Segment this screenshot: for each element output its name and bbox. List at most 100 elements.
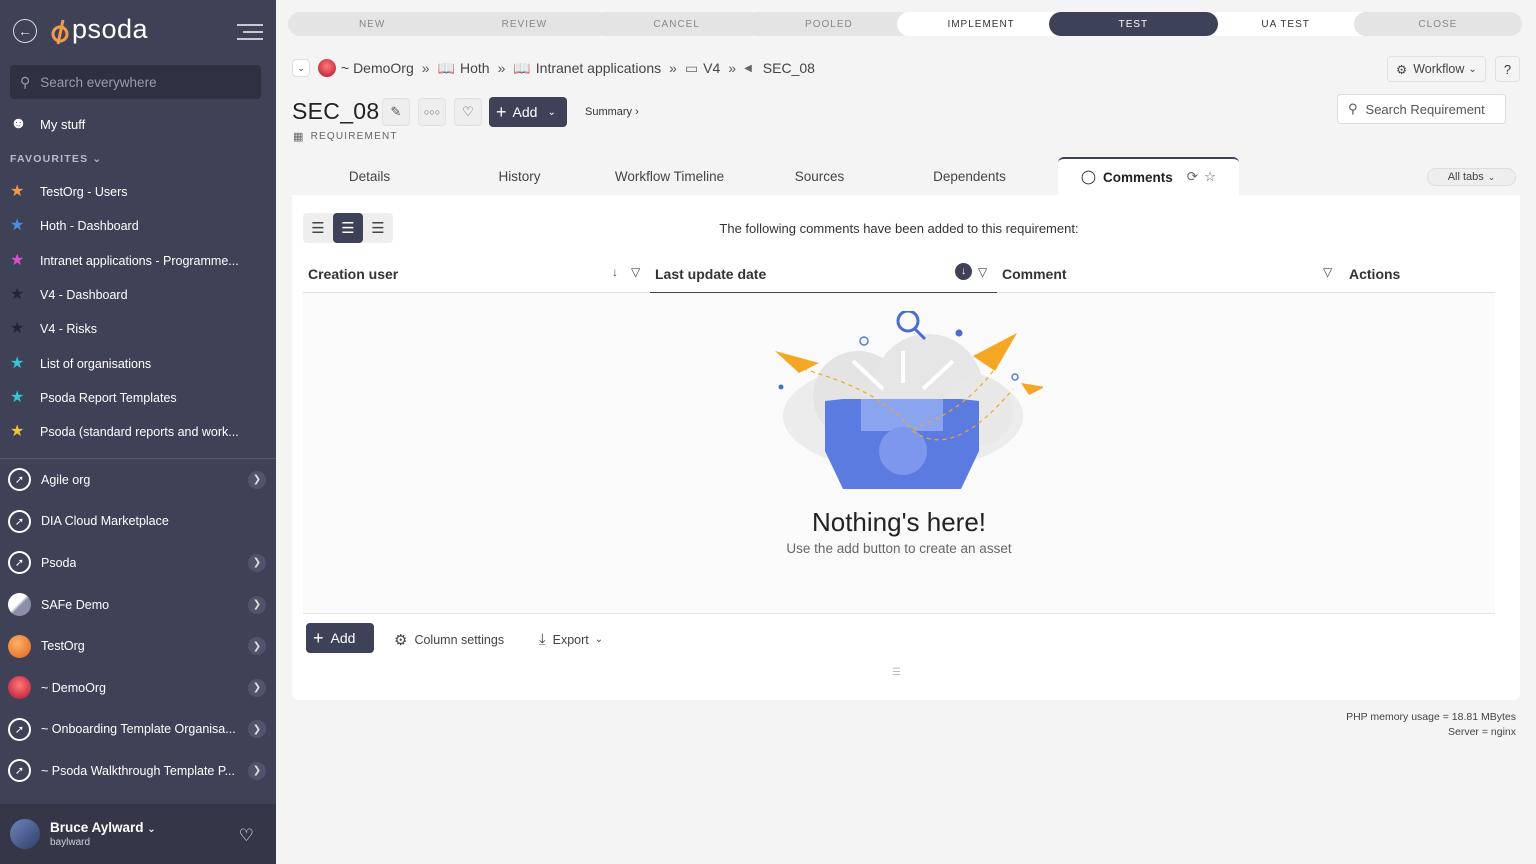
user-info[interactable]: Bruce Aylward ⌄ baylward [50,820,156,848]
col-creation-user[interactable]: Creation user [308,255,398,293]
org-logo-icon [8,676,31,700]
chevron-right-icon[interactable]: ❯ [248,553,266,572]
workflow-step[interactable]: UA TEST [1201,12,1370,36]
breadcrumb-programme[interactable]: 📖 Intranet applications [513,60,661,77]
avatar[interactable] [10,819,40,849]
favourite-label: Psoda Report Templates [40,390,177,405]
chevron-right-icon[interactable]: ❯ [248,595,266,614]
star-outline-icon[interactable]: ☆ [1204,169,1216,185]
favourite-label: TestOrg - Users [40,185,128,200]
comments-panel: ☰ ☰ ☰ The following comments have been a… [292,195,1520,700]
breadcrumb-current: ◀ SEC_08 [744,60,815,76]
favourite-item[interactable]: ★ V4 - Dashboard [10,278,266,312]
sort-active-icon[interactable]: ↓ [955,263,972,280]
favourite-item[interactable]: ★ Intranet applications - Programme... [10,244,266,278]
tab-details[interactable]: Details [292,157,447,195]
filter-icon[interactable]: ▽ [978,265,987,279]
chevron-right-icon[interactable]: ❯ [248,637,266,656]
add-button[interactable]: + Add ⌄ [489,97,567,127]
my-stuff-link[interactable]: ☻ My stuff [10,115,85,133]
favourites-header[interactable]: FAVOURITES ⌄ [10,153,102,165]
breadcrumb-hoth[interactable]: 📖 Hoth [438,60,490,77]
org-item[interactable]: ➚ ~ Psoda Walkthrough Template P... ❯ [8,750,268,792]
user-icon: ☻ [10,115,27,132]
logo[interactable]: psoda [50,14,148,45]
favourite-item[interactable]: ★ TestOrg - Users [10,175,266,209]
breadcrumb-project[interactable]: ▭ V4 [685,60,720,77]
column-settings-button[interactable]: ⚙ Column settings [394,631,504,649]
menu-toggle-icon[interactable] [237,24,263,40]
col-comment[interactable]: Comment [1002,255,1067,293]
chevron-right-icon[interactable]: ❯ [248,678,266,697]
org-item[interactable]: SAFe Demo ❯ [8,584,268,626]
help-button[interactable]: ? [1495,56,1520,82]
chevron-right-icon[interactable]: ❯ [248,761,266,780]
compass-icon: ➚ [8,759,31,783]
tab-workflow-timeline[interactable]: Workflow Timeline [592,157,747,195]
edit-icon[interactable]: ✎ [382,98,410,126]
programme-icon: 📖 [513,59,531,76]
org-item[interactable]: ➚ DIA Cloud Marketplace [8,501,268,543]
favourite-item[interactable]: ★ List of organisations [10,346,266,380]
workflow-step[interactable]: IMPLEMENT [897,12,1066,36]
org-logo-icon [8,593,31,617]
breadcrumb-org[interactable]: ~ DemoOrg [318,59,414,77]
chevron-right-icon[interactable]: ❯ [248,470,266,489]
more-icon[interactable]: ○○○ [418,98,446,126]
workflow-step[interactable]: POOLED [744,12,913,36]
workflow-step[interactable]: CANCEL [592,12,761,36]
empty-state [303,293,1495,613]
notification-icon[interactable]: ♡ [239,826,254,846]
tab-sources[interactable]: Sources [747,157,892,195]
my-stuff-label: My stuff [40,116,86,132]
global-search-input[interactable]: ⚲ Search everywhere [10,65,261,99]
workflow-button[interactable]: ⚙ Workflow ⌄ [1387,56,1486,82]
workflow-button-label: Workflow [1413,62,1465,76]
comment-icon: ◯ [1080,169,1096,184]
chevron-down-icon: ⌄ [1468,63,1477,75]
favourite-item[interactable]: ★ Psoda Report Templates [10,381,266,415]
filter-icon[interactable]: ▽ [1323,265,1332,279]
user-id: baylward [50,837,91,848]
tab-dependents[interactable]: Dependents [892,157,1047,195]
search-requirement-input[interactable]: ⚲ Search Requirement [1337,94,1506,124]
tag-icon[interactable]: ♡ [454,98,482,126]
org-item[interactable]: ➚ ~ Onboarding Template Organisa... ❯ [8,709,268,751]
favourite-item[interactable]: ★ Psoda (standard reports and work... [10,415,266,449]
chevron-down-icon[interactable]: ⌄ [292,59,310,77]
summary-link[interactable]: Summary › [585,106,639,118]
back-icon[interactable]: ← [13,19,37,43]
favourite-item[interactable]: ★ Hoth - Dashboard [10,209,266,243]
col-last-update-date[interactable]: Last update date [655,255,766,293]
org-item[interactable]: ➚ Agile org ❯ [8,459,268,501]
filter-icon[interactable]: ▽ [631,265,640,279]
chevron-right-icon[interactable]: ❯ [248,720,266,739]
export-button[interactable]: ⤓ Export ⌄ [539,631,603,648]
all-tabs-button[interactable]: All tabs ⌄ [1427,168,1516,186]
caret-left-icon[interactable]: ◀ [744,63,752,74]
tab-history[interactable]: History [447,157,592,195]
export-label: Export [552,632,589,647]
org-logo-icon [8,634,31,658]
workflow-step-current[interactable]: TEST [1049,12,1218,36]
add-comment-button[interactable]: + Add [306,623,374,653]
favourite-item[interactable]: ★ V4 - Risks [10,312,266,346]
workflow-step[interactable]: NEW [288,12,457,36]
org-label: Psoda [41,555,77,570]
sort-down-icon[interactable]: ↓ [612,265,618,279]
org-item[interactable]: TestOrg ❯ [8,625,268,667]
workflow-step[interactable]: CLOSE [1353,12,1522,36]
tab-comments[interactable]: ◯ Comments ⟳ ☆ [1058,157,1239,195]
all-tabs-label: All tabs [1447,171,1484,183]
refresh-icon[interactable]: ⟳ [1187,169,1198,185]
breadcrumb-hoth-label: Hoth [459,60,490,76]
resize-handle-icon[interactable]: ☰ [892,667,901,678]
org-item[interactable]: ~ DemoOrg ❯ [8,667,268,709]
compass-icon: ➚ [8,468,31,492]
workflow-step[interactable]: REVIEW [440,12,609,36]
org-label: ~ Onboarding Template Organisa... [41,722,236,737]
org-item[interactable]: ➚ Psoda ❯ [8,542,268,584]
favourite-label: Psoda (standard reports and work... [40,425,239,440]
tab-comments-label: Comments [1102,169,1173,185]
org-label: TestOrg [41,639,85,654]
